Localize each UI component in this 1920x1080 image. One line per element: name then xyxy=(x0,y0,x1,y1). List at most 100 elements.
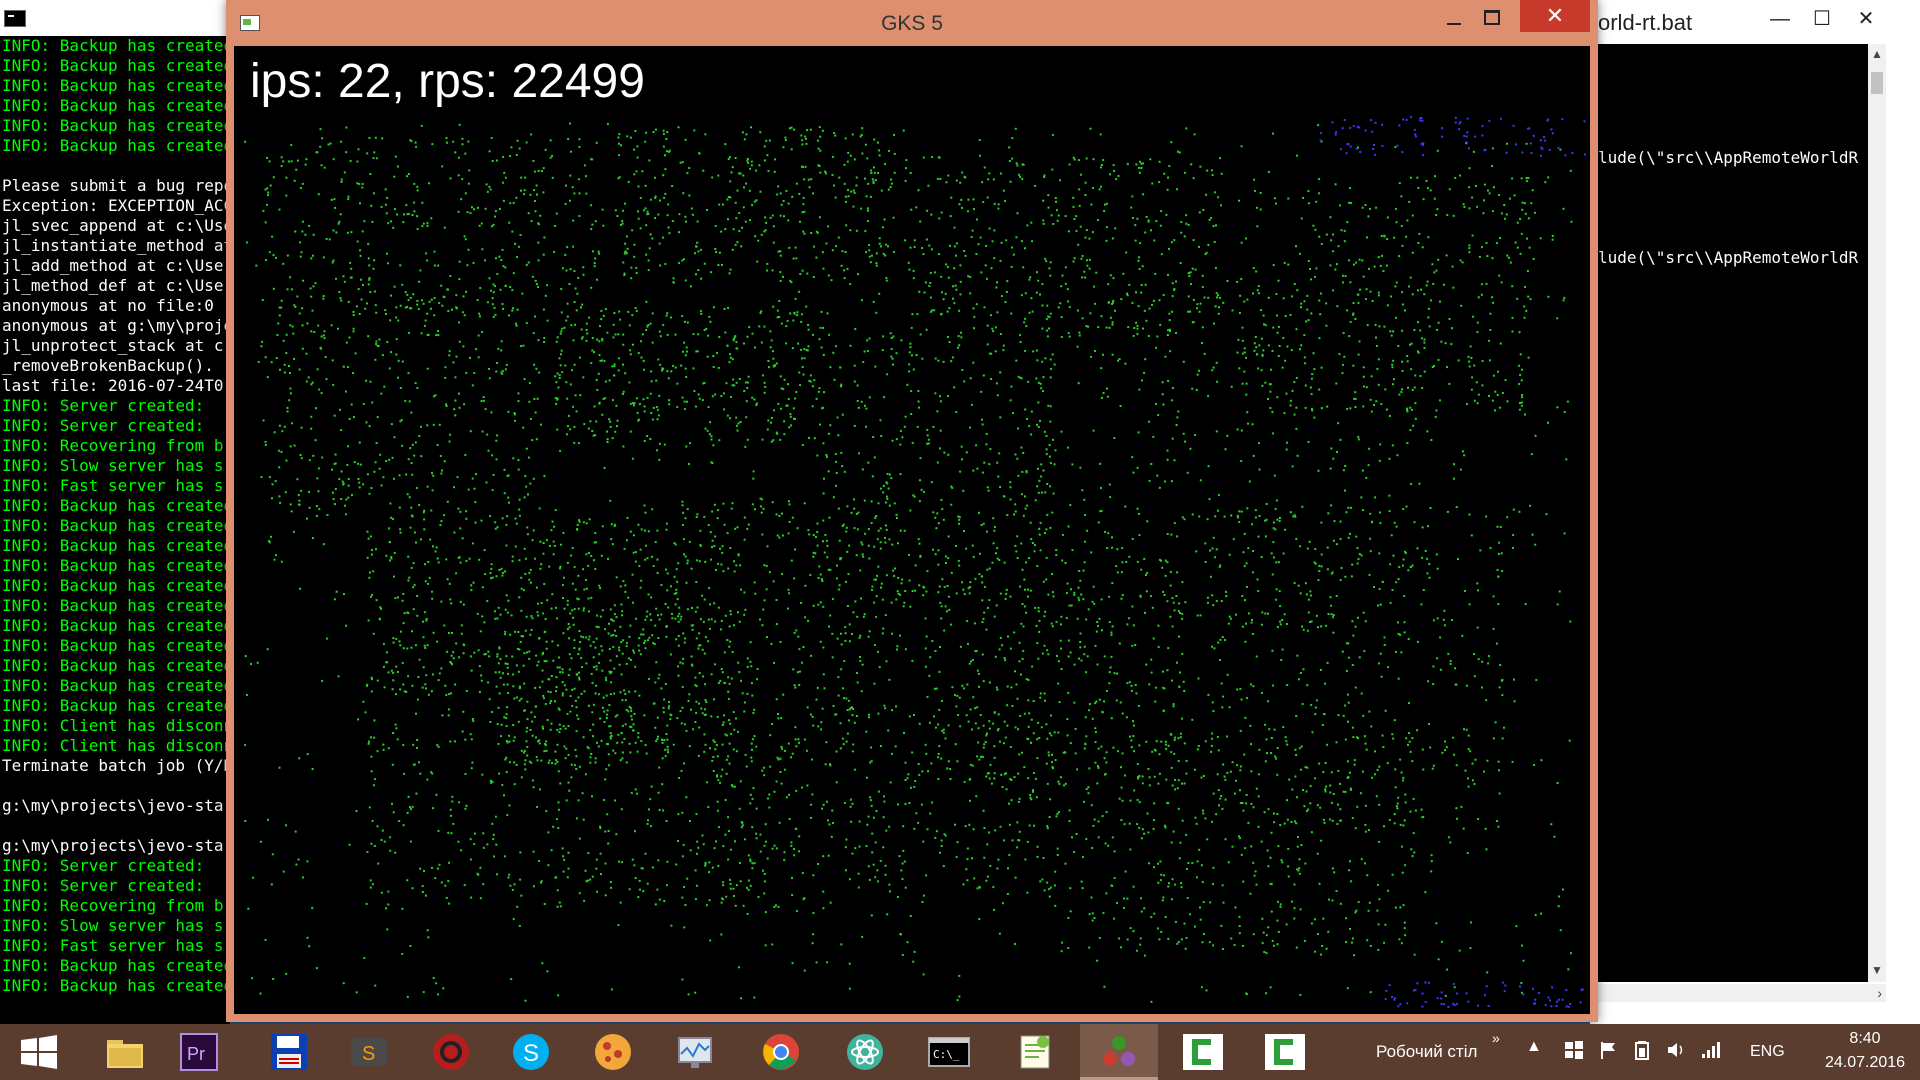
organism-dot xyxy=(509,884,512,887)
organism-dot xyxy=(635,617,638,620)
organism-dot xyxy=(1469,750,1472,753)
organism-dot xyxy=(718,251,721,254)
organism-dot xyxy=(723,408,726,411)
organism-dot xyxy=(358,313,361,315)
console-window-left[interactable]: INFO: Backup has created INFO: Backup has… xyxy=(0,0,231,1024)
organism-dot xyxy=(559,332,562,335)
organism-dot xyxy=(594,568,597,570)
gks-window[interactable]: GKS 5 ✕ ips: 22, rps: 22499 xyxy=(226,0,1598,1022)
console-window-right[interactable]: orld-rt.bat — ☐ ✕ lude(\"src\\AppRemoteW… xyxy=(1590,0,1920,1024)
organism-dot xyxy=(1446,366,1448,369)
organism-dot xyxy=(590,554,593,557)
organism-dot xyxy=(318,388,321,391)
organism-dot xyxy=(1425,179,1428,182)
organism-dot xyxy=(289,276,292,279)
organism-dot xyxy=(1303,334,1306,337)
organism-dot xyxy=(983,827,986,829)
organism-dot xyxy=(1178,635,1180,638)
organism-dot xyxy=(527,493,529,496)
simulation-canvas[interactable]: ips: 22, rps: 22499 xyxy=(234,46,1590,1014)
organism-dot xyxy=(1400,391,1403,394)
organism-dot xyxy=(1261,384,1264,387)
organism-dot xyxy=(310,330,313,333)
organism-dot xyxy=(1166,458,1169,461)
organism-dot xyxy=(1137,259,1140,262)
organism-dot xyxy=(1411,760,1414,763)
organism-dot xyxy=(1446,510,1449,513)
organism-dot xyxy=(273,431,276,434)
console-titlebar[interactable] xyxy=(0,0,230,36)
organism-dot xyxy=(605,717,608,719)
organism-dot xyxy=(929,281,932,284)
organism-dot xyxy=(427,582,429,585)
organism-dot xyxy=(1109,496,1112,499)
organism-dot xyxy=(512,673,515,676)
organism-dot xyxy=(475,348,478,351)
organism-dot xyxy=(967,720,970,723)
organism-dot xyxy=(760,498,763,501)
organism-dot xyxy=(849,229,852,232)
minimize-button[interactable] xyxy=(1442,10,1466,32)
scrollbar-thumb[interactable] xyxy=(1871,72,1883,94)
organism-dot xyxy=(1177,610,1180,612)
organism-dot xyxy=(1245,794,1248,796)
organism-dot xyxy=(868,255,871,258)
organism-dot xyxy=(1343,355,1346,358)
organism-dot xyxy=(1406,442,1409,444)
organism-dot xyxy=(334,453,337,456)
gks-titlebar[interactable]: GKS 5 ✕ xyxy=(226,0,1598,46)
organism-dot xyxy=(729,722,732,725)
organism-dot xyxy=(1025,611,1028,614)
close-button[interactable]: ✕ xyxy=(1846,6,1886,32)
organism-dot xyxy=(395,353,398,356)
organism-dot xyxy=(366,302,368,305)
organism-dot xyxy=(1015,236,1018,239)
scroll-right-icon[interactable]: › xyxy=(1877,984,1882,1002)
maximize-button[interactable]: ☐ xyxy=(1802,6,1842,32)
organism-dot xyxy=(407,675,410,678)
organism-dot xyxy=(1122,272,1125,275)
organism-dot xyxy=(1486,759,1489,762)
organism-dot xyxy=(1014,503,1017,506)
close-button[interactable]: ✕ xyxy=(1520,0,1590,32)
organism-dot xyxy=(495,843,498,846)
organism-dot xyxy=(310,427,313,430)
scroll-up-icon[interactable]: ▲ xyxy=(1870,46,1884,62)
organism-dot xyxy=(767,419,770,422)
minimize-button[interactable]: — xyxy=(1760,6,1800,32)
organism-dot xyxy=(1003,657,1006,659)
organism-dot xyxy=(1417,242,1420,244)
organism-dot xyxy=(844,626,847,629)
organism-dot xyxy=(683,886,686,888)
maximize-button[interactable] xyxy=(1482,8,1502,28)
organism-dot xyxy=(1312,224,1315,227)
organism-dot xyxy=(503,171,506,174)
organism-dot xyxy=(1350,575,1353,578)
organism-dot xyxy=(299,187,302,189)
scroll-down-icon[interactable]: ▼ xyxy=(1870,962,1884,978)
organism-dot xyxy=(1304,384,1307,387)
organism-dot xyxy=(1195,389,1198,391)
organism-dot xyxy=(1370,410,1373,413)
organism-dot xyxy=(940,211,943,214)
organism-dot xyxy=(1473,653,1475,655)
organism-dot xyxy=(446,650,449,653)
organism-dot xyxy=(682,538,685,541)
organism-dot xyxy=(1136,333,1139,336)
organism-dot xyxy=(939,400,942,403)
organism-dot xyxy=(789,312,792,315)
organism-dot xyxy=(1432,619,1435,622)
organism-dot xyxy=(1048,444,1051,446)
organism-dot xyxy=(372,784,375,787)
organism-dot xyxy=(816,686,819,689)
organism-dot xyxy=(799,220,801,223)
vertical-scrollbar[interactable]: ▲ ▼ xyxy=(1868,44,1886,982)
organism-dot xyxy=(1300,745,1303,748)
organism-dot xyxy=(813,437,816,440)
organism-dot xyxy=(829,764,832,767)
organism-dot xyxy=(1126,163,1129,166)
horizontal-scrollbar[interactable]: › xyxy=(1590,984,1886,1002)
organism-dot xyxy=(525,485,528,488)
organism-dot xyxy=(1487,662,1490,665)
organism-dot xyxy=(277,322,280,325)
